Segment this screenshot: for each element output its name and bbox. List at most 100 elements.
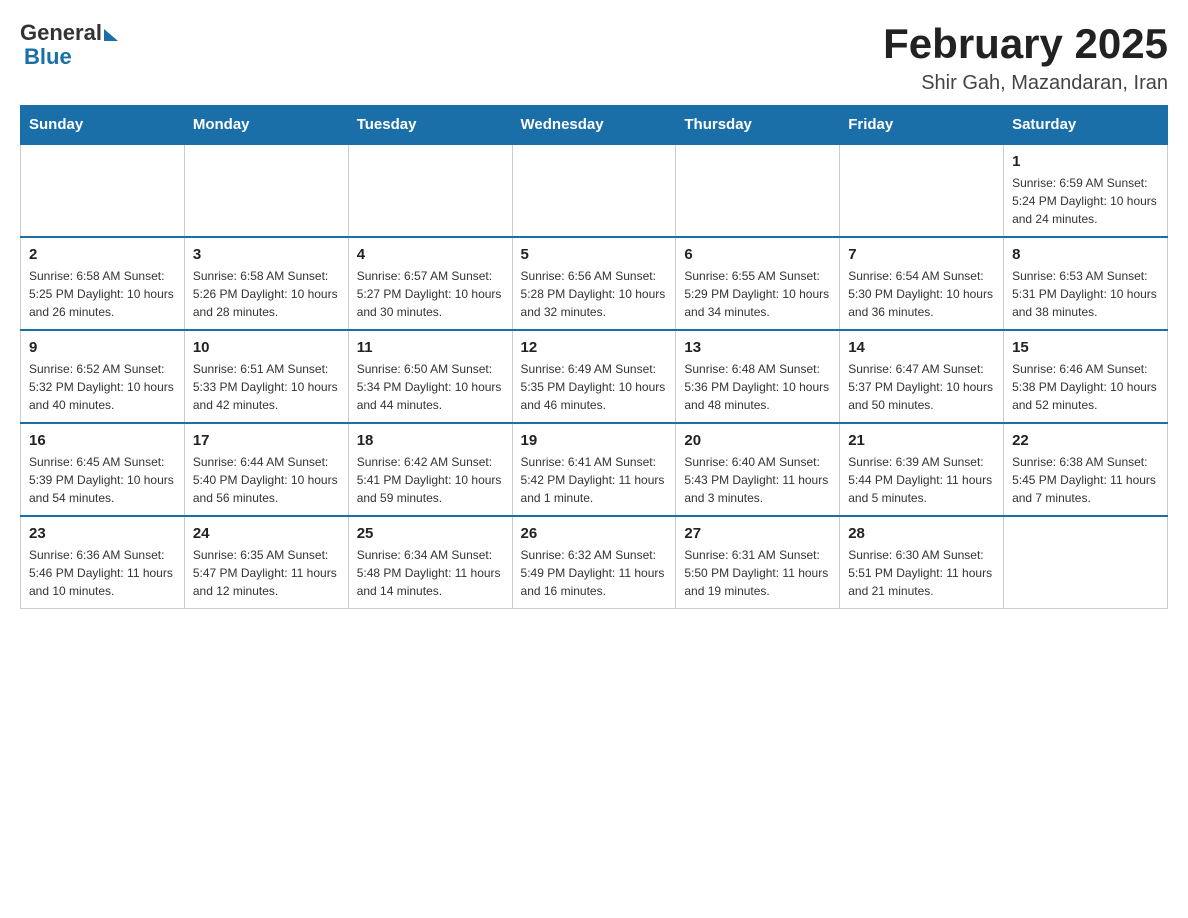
calendar-table: SundayMondayTuesdayWednesdayThursdayFrid…	[20, 105, 1168, 609]
calendar-cell: 10Sunrise: 6:51 AM Sunset: 5:33 PM Dayli…	[184, 330, 348, 423]
calendar-cell: 19 Sunrise: 6:41 AM Sunset: 5:42 PM Dayli…	[512, 423, 676, 516]
day-number: 5	[521, 246, 668, 263]
day-info: Sunrise: 6:53 AM Sunset: 5:31 PM Dayligh…	[1012, 267, 1159, 321]
calendar-cell: 5 Sunrise: 6:56 AM Sunset: 5:28 PM Daylig…	[512, 237, 676, 330]
day-number: 24	[193, 525, 340, 542]
calendar-week-row: 1Sunrise: 6:59 AM Sunset: 5:24 PM Daylig…	[21, 144, 1168, 237]
calendar-week-row: 9Sunrise: 6:52 AM Sunset: 5:32 PM Daylig…	[21, 330, 1168, 423]
day-info: Sunrise: 6:35 AM Sunset: 5:47 PM Dayligh…	[193, 546, 340, 600]
logo-arrow-icon	[104, 29, 118, 41]
weekday-header-saturday: Saturday	[1004, 106, 1168, 145]
weekday-header-row: SundayMondayTuesdayWednesdayThursdayFrid…	[21, 106, 1168, 145]
day-info: Sunrise: 6:54 AM Sunset: 5:30 PM Dayligh…	[848, 267, 995, 321]
weekday-header-friday: Friday	[840, 106, 1004, 145]
day-number: 25	[357, 525, 504, 542]
calendar-cell	[840, 144, 1004, 237]
calendar-cell	[676, 144, 840, 237]
day-number: 15	[1012, 339, 1159, 356]
day-number: 6	[684, 246, 831, 263]
calendar-cell: 8 Sunrise: 6:53 AM Sunset: 5:31 PM Daylig…	[1004, 237, 1168, 330]
day-number: 17	[193, 432, 340, 449]
day-info: Sunrise: 6:38 AM Sunset: 5:45 PM Dayligh…	[1012, 453, 1159, 507]
logo-blue-text: Blue	[24, 44, 72, 70]
day-info: Sunrise: 6:40 AM Sunset: 5:43 PM Dayligh…	[684, 453, 831, 507]
day-info: Sunrise: 6:59 AM Sunset: 5:24 PM Dayligh…	[1012, 174, 1159, 228]
calendar-cell: 16Sunrise: 6:45 AM Sunset: 5:39 PM Dayli…	[21, 423, 185, 516]
calendar-cell: 21 Sunrise: 6:39 AM Sunset: 5:44 PM Dayli…	[840, 423, 1004, 516]
day-info: Sunrise: 6:48 AM Sunset: 5:36 PM Dayligh…	[684, 360, 831, 414]
calendar-cell: 24 Sunrise: 6:35 AM Sunset: 5:47 PM Dayli…	[184, 516, 348, 609]
day-number: 26	[521, 525, 668, 542]
calendar-cell: 15 Sunrise: 6:46 AM Sunset: 5:38 PM Dayli…	[1004, 330, 1168, 423]
day-number: 14	[848, 339, 995, 356]
day-number: 23	[29, 525, 176, 542]
day-info: Sunrise: 6:51 AM Sunset: 5:33 PM Dayligh…	[193, 360, 340, 414]
calendar-cell: 25 Sunrise: 6:34 AM Sunset: 5:48 PM Dayli…	[348, 516, 512, 609]
calendar-cell: 20 Sunrise: 6:40 AM Sunset: 5:43 PM Dayli…	[676, 423, 840, 516]
day-info: Sunrise: 6:45 AM Sunset: 5:39 PM Dayligh…	[29, 453, 176, 507]
day-info: Sunrise: 6:49 AM Sunset: 5:35 PM Dayligh…	[521, 360, 668, 414]
calendar-cell	[512, 144, 676, 237]
weekday-header-wednesday: Wednesday	[512, 106, 676, 145]
day-number: 18	[357, 432, 504, 449]
calendar-cell	[348, 144, 512, 237]
day-info: Sunrise: 6:50 AM Sunset: 5:34 PM Dayligh…	[357, 360, 504, 414]
page-header: General Blue February 2025 Shir Gah, Maz…	[20, 20, 1168, 95]
calendar-cell: 9Sunrise: 6:52 AM Sunset: 5:32 PM Daylig…	[21, 330, 185, 423]
day-info: Sunrise: 6:58 AM Sunset: 5:26 PM Dayligh…	[193, 267, 340, 321]
day-number: 7	[848, 246, 995, 263]
day-number: 20	[684, 432, 831, 449]
calendar-cell	[1004, 516, 1168, 609]
day-number: 8	[1012, 246, 1159, 263]
day-number: 21	[848, 432, 995, 449]
day-info: Sunrise: 6:41 AM Sunset: 5:42 PM Dayligh…	[521, 453, 668, 507]
day-info: Sunrise: 6:34 AM Sunset: 5:48 PM Dayligh…	[357, 546, 504, 600]
day-info: Sunrise: 6:44 AM Sunset: 5:40 PM Dayligh…	[193, 453, 340, 507]
calendar-cell: 26Sunrise: 6:32 AM Sunset: 5:49 PM Dayli…	[512, 516, 676, 609]
day-info: Sunrise: 6:47 AM Sunset: 5:37 PM Dayligh…	[848, 360, 995, 414]
calendar-cell: 12 Sunrise: 6:49 AM Sunset: 5:35 PM Dayli…	[512, 330, 676, 423]
calendar-week-row: 2 Sunrise: 6:58 AM Sunset: 5:25 PM Daylig…	[21, 237, 1168, 330]
location-title: Shir Gah, Mazandaran, Iran	[883, 72, 1168, 95]
logo-general-text: General	[20, 20, 102, 46]
calendar-cell	[184, 144, 348, 237]
day-info: Sunrise: 6:30 AM Sunset: 5:51 PM Dayligh…	[848, 546, 995, 600]
weekday-header-sunday: Sunday	[21, 106, 185, 145]
day-number: 28	[848, 525, 995, 542]
day-number: 22	[1012, 432, 1159, 449]
calendar-cell: 11 Sunrise: 6:50 AM Sunset: 5:34 PM Dayli…	[348, 330, 512, 423]
calendar-cell: 18Sunrise: 6:42 AM Sunset: 5:41 PM Dayli…	[348, 423, 512, 516]
calendar-cell: 28 Sunrise: 6:30 AM Sunset: 5:51 PM Dayli…	[840, 516, 1004, 609]
day-number: 2	[29, 246, 176, 263]
day-info: Sunrise: 6:57 AM Sunset: 5:27 PM Dayligh…	[357, 267, 504, 321]
calendar-week-row: 16Sunrise: 6:45 AM Sunset: 5:39 PM Dayli…	[21, 423, 1168, 516]
logo: General Blue	[20, 20, 118, 70]
calendar-cell: 3 Sunrise: 6:58 AM Sunset: 5:26 PM Daylig…	[184, 237, 348, 330]
calendar-cell: 17 Sunrise: 6:44 AM Sunset: 5:40 PM Dayli…	[184, 423, 348, 516]
day-number: 12	[521, 339, 668, 356]
weekday-header-tuesday: Tuesday	[348, 106, 512, 145]
calendar-week-row: 23Sunrise: 6:36 AM Sunset: 5:46 PM Dayli…	[21, 516, 1168, 609]
day-number: 9	[29, 339, 176, 356]
calendar-cell: 13 Sunrise: 6:48 AM Sunset: 5:36 PM Dayli…	[676, 330, 840, 423]
day-number: 4	[357, 246, 504, 263]
calendar-cell: 6 Sunrise: 6:55 AM Sunset: 5:29 PM Daylig…	[676, 237, 840, 330]
day-number: 19	[521, 432, 668, 449]
day-info: Sunrise: 6:56 AM Sunset: 5:28 PM Dayligh…	[521, 267, 668, 321]
month-title: February 2025	[883, 20, 1168, 68]
day-info: Sunrise: 6:46 AM Sunset: 5:38 PM Dayligh…	[1012, 360, 1159, 414]
day-info: Sunrise: 6:58 AM Sunset: 5:25 PM Dayligh…	[29, 267, 176, 321]
weekday-header-thursday: Thursday	[676, 106, 840, 145]
day-number: 13	[684, 339, 831, 356]
calendar-cell	[21, 144, 185, 237]
day-number: 3	[193, 246, 340, 263]
day-number: 11	[357, 339, 504, 356]
day-info: Sunrise: 6:39 AM Sunset: 5:44 PM Dayligh…	[848, 453, 995, 507]
calendar-cell: 1Sunrise: 6:59 AM Sunset: 5:24 PM Daylig…	[1004, 144, 1168, 237]
calendar-cell: 2 Sunrise: 6:58 AM Sunset: 5:25 PM Daylig…	[21, 237, 185, 330]
day-info: Sunrise: 6:55 AM Sunset: 5:29 PM Dayligh…	[684, 267, 831, 321]
day-info: Sunrise: 6:31 AM Sunset: 5:50 PM Dayligh…	[684, 546, 831, 600]
calendar-cell: 23Sunrise: 6:36 AM Sunset: 5:46 PM Dayli…	[21, 516, 185, 609]
calendar-cell: 4 Sunrise: 6:57 AM Sunset: 5:27 PM Daylig…	[348, 237, 512, 330]
weekday-header-monday: Monday	[184, 106, 348, 145]
